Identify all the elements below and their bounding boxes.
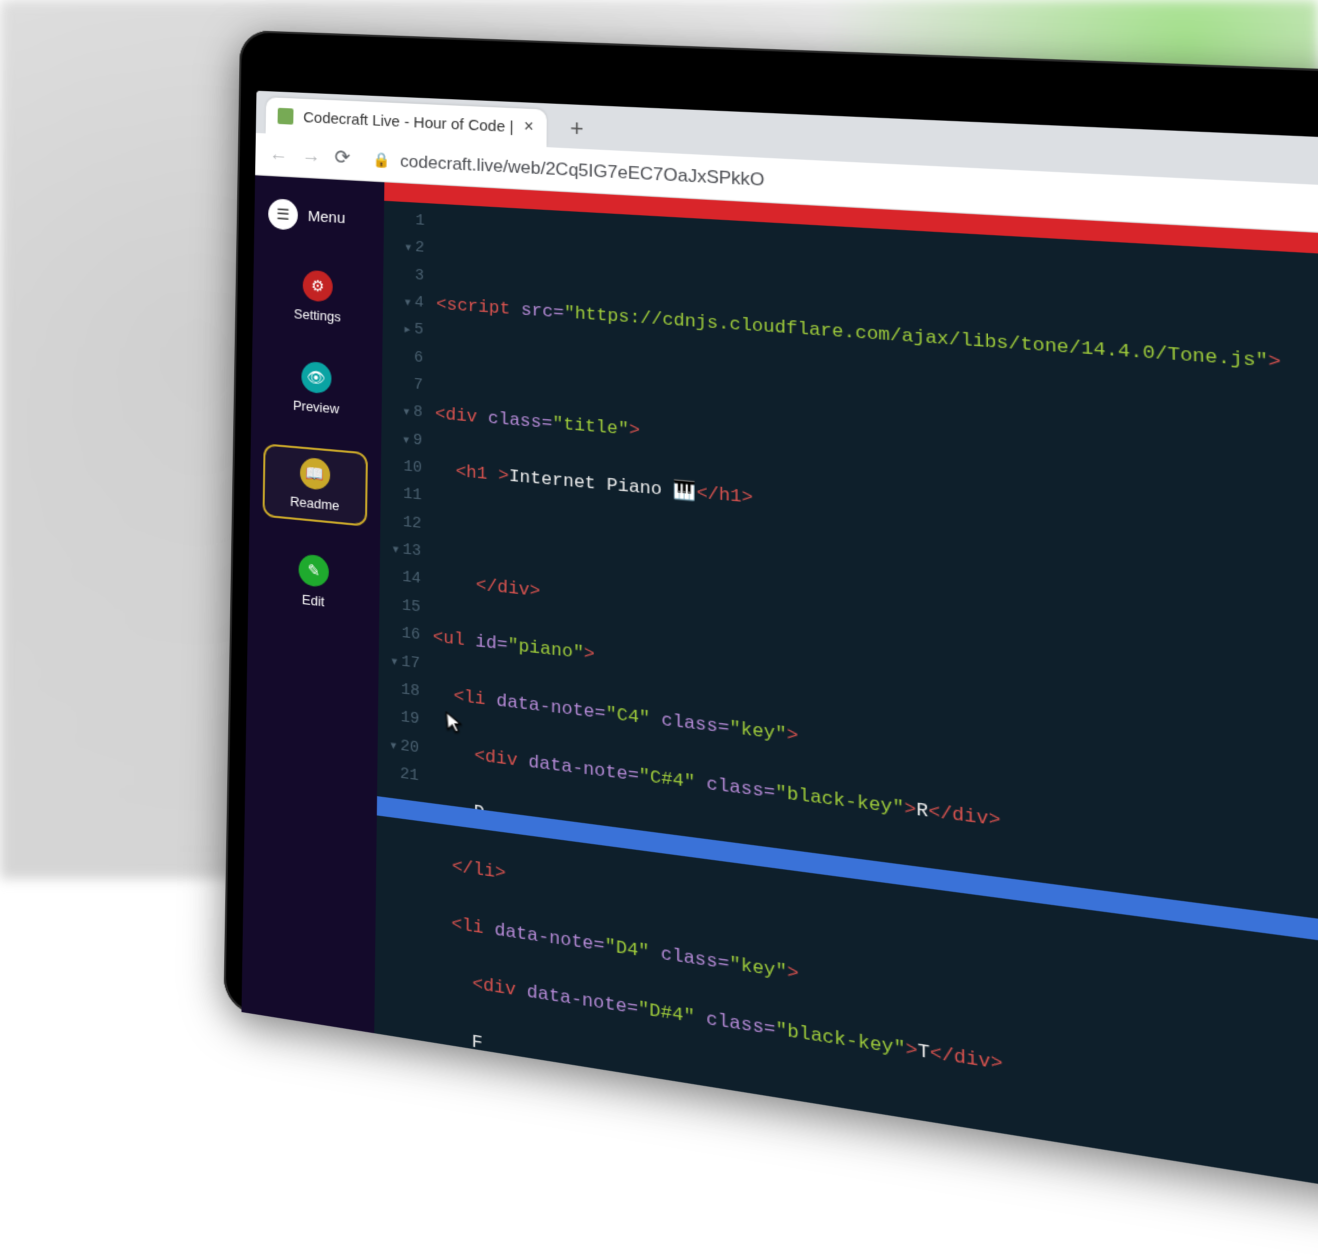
- eye-icon: 👁: [301, 361, 331, 394]
- sidebar-item-settings[interactable]: ⚙ Settings: [253, 260, 384, 334]
- sidebar-item-menu[interactable]: ☰ Menu: [254, 191, 384, 241]
- code-text: key: [741, 955, 776, 982]
- sidebar-label-readme: Readme: [290, 493, 340, 513]
- code-text: E4: [615, 1173, 638, 1198]
- code-text: Internet Piano 🎹: [509, 467, 697, 504]
- code-editor[interactable]: 1 ▾2 3 ▾4 ▸5 6 7 ▾8 ▾9 10 11 12 ▾13 14: [374, 201, 1318, 1253]
- code-text: C#4: [650, 767, 684, 792]
- sidebar-item-preview[interactable]: 👁 Preview: [251, 351, 382, 426]
- sidebar-label-preview: Preview: [293, 397, 340, 416]
- pencil-icon: ✎: [298, 553, 329, 587]
- sidebar-label-menu: Menu: [308, 207, 346, 227]
- code-text: https://cdnjs.cloudflare.com/ajax/libs/t…: [575, 304, 1256, 372]
- book-icon: 📖: [300, 457, 331, 491]
- new-tab-button[interactable]: +: [561, 112, 593, 145]
- code-text: title: [563, 416, 618, 441]
- code-text: T: [918, 1041, 930, 1065]
- app-content: ☰ Menu ⚙ Settings 👁 Preview 📖 Readme ✎: [241, 175, 1318, 1253]
- tab-close-button[interactable]: ×: [524, 118, 534, 137]
- tab-favicon-icon: [278, 108, 294, 125]
- sidebar-label-settings: Settings: [294, 306, 341, 325]
- laptop-frame: Codecraft Live - Hour of Code | × + ← → …: [223, 30, 1318, 1257]
- code-text: D4: [616, 937, 639, 961]
- screen: Codecraft Live - Hour of Code | × + ← → …: [241, 91, 1318, 1253]
- code-text: F: [472, 1032, 483, 1055]
- code-text: R: [916, 800, 928, 823]
- sidebar-item-edit[interactable]: ✎ Edit: [248, 542, 380, 622]
- code-text: black-key: [787, 784, 893, 819]
- code-text: key: [741, 1195, 776, 1223]
- sidebar-label-edit: Edit: [302, 591, 325, 609]
- code-content[interactable]: <script src="https://cdnjs.cloudflare.co…: [422, 210, 1318, 1253]
- back-button[interactable]: ←: [269, 143, 288, 166]
- code-text: G: [470, 1207, 481, 1230]
- sidebar-item-readme[interactable]: 📖 Readme: [262, 443, 367, 526]
- url-text: codecraft.live/web/2Cq5IG7eEC7OaJxSPkkO: [400, 151, 764, 191]
- code-text: D#4: [649, 1001, 683, 1027]
- reload-button[interactable]: ⟳: [334, 146, 350, 170]
- menu-icon: ☰: [268, 198, 298, 230]
- tab-title: Codecraft Live - Hour of Code |: [303, 108, 513, 135]
- line-number-gutter: 1 ▾2 3 ▾4 ▸5 6 7 ▾8 ▾9 10 11 12 ▾13 14: [374, 201, 431, 1041]
- lock-icon: 🔒: [372, 151, 390, 169]
- settings-icon: ⚙: [303, 270, 333, 303]
- code-text: key: [741, 720, 775, 745]
- code-text: black-key: [787, 1022, 894, 1060]
- code-text: C4: [617, 705, 639, 728]
- editor-pane: 1 ▾2 3 ▾4 ▸5 6 7 ▾8 ▾9 10 11 12 ▾13 14: [374, 182, 1318, 1253]
- sidebar: ☰ Menu ⚙ Settings 👁 Preview 📖 Readme ✎: [241, 175, 384, 1033]
- forward-button[interactable]: →: [302, 145, 321, 168]
- code-text: piano: [518, 637, 573, 664]
